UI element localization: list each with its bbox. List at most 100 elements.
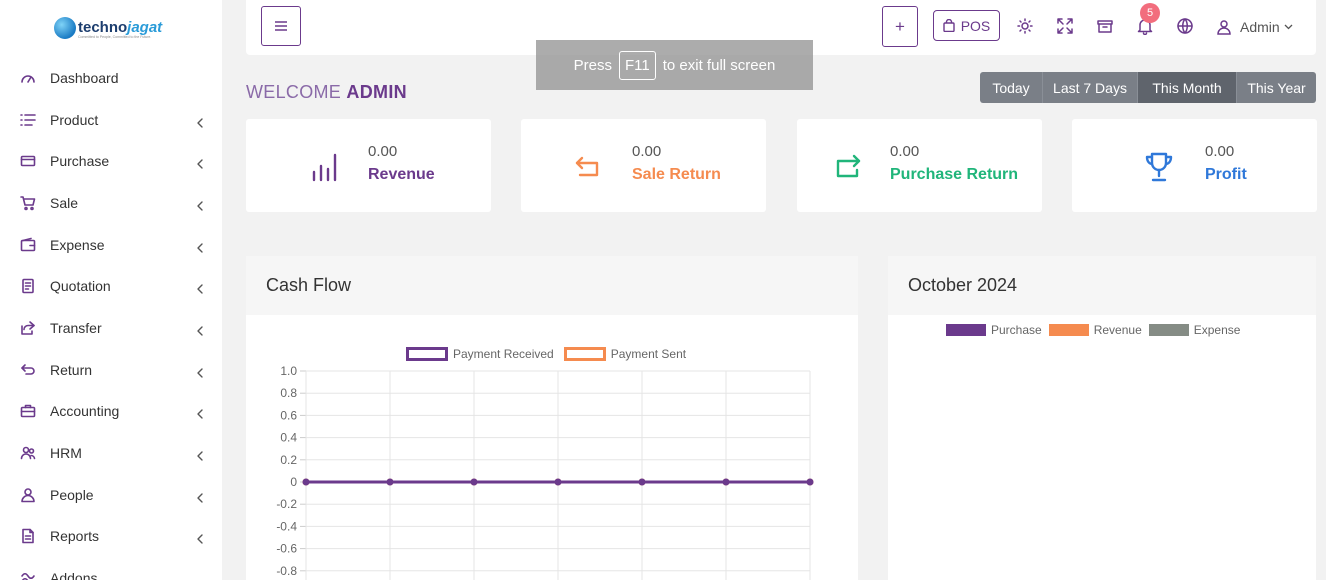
bar-chart-icon bbox=[309, 151, 339, 183]
chevron-left-icon bbox=[196, 156, 204, 169]
pos-button[interactable]: POS bbox=[933, 10, 1000, 41]
user-icon bbox=[1217, 20, 1231, 35]
sidebar-item-label: Expense bbox=[50, 236, 105, 253]
toast-message: to exit full screen bbox=[662, 56, 776, 74]
cash-flow-chart: 1.0 0.8 0.6 0.4 0.2 0 -0.2 -0.4 -0.6 -0.8 bbox=[276, 364, 814, 580]
revenue-label: Revenue bbox=[368, 166, 435, 183]
sidebar-item-transfer[interactable]: Transfer bbox=[0, 307, 222, 349]
user-menu[interactable]: Admin bbox=[1216, 17, 1293, 37]
card-icon bbox=[20, 155, 36, 167]
sidebar-item-dashboard[interactable]: Dashboard bbox=[0, 57, 222, 99]
chevron-left-icon bbox=[196, 240, 204, 253]
purchase-return-card[interactable]: 0.00 Purchase Return bbox=[797, 119, 1042, 212]
shopping-bag-icon bbox=[943, 19, 955, 32]
y-tick-label: -0.6 bbox=[276, 542, 297, 556]
sidebar-item-people[interactable]: People bbox=[0, 474, 222, 516]
sidebar-item-return[interactable]: Return bbox=[0, 349, 222, 391]
pos-label: POS bbox=[960, 17, 991, 34]
chevron-left-icon bbox=[196, 448, 204, 461]
document-icon bbox=[22, 278, 34, 294]
y-tick-label: 0.6 bbox=[280, 408, 297, 422]
chevron-left-icon bbox=[196, 323, 204, 336]
sidebar-item-expense[interactable]: Expense bbox=[0, 224, 222, 266]
sidebar-item-sale[interactable]: Sale bbox=[0, 182, 222, 224]
y-tick-label: 1.0 bbox=[280, 364, 297, 378]
range-this-month-button[interactable]: This Month bbox=[1138, 72, 1237, 103]
data-point bbox=[638, 478, 646, 486]
profit-card[interactable]: 0.00 Profit bbox=[1072, 119, 1317, 212]
sidebar-item-label: Sale bbox=[50, 194, 79, 211]
theme-toggle-button[interactable] bbox=[1016, 17, 1034, 35]
addons-icon bbox=[21, 573, 35, 580]
chevron-left-icon bbox=[196, 490, 204, 503]
sale-return-card[interactable]: 0.00 Sale Return bbox=[521, 119, 766, 212]
data-point bbox=[302, 478, 310, 486]
chevron-left-icon bbox=[196, 115, 204, 128]
trophy-icon bbox=[1144, 151, 1174, 183]
profit-value: 0.00 bbox=[1205, 143, 1235, 160]
sidebar-item-label: Purchase bbox=[50, 153, 110, 170]
user-name: Admin bbox=[1240, 19, 1280, 35]
data-point bbox=[554, 478, 562, 486]
sidebar-item-label: Dashboard bbox=[50, 69, 119, 86]
data-point bbox=[806, 478, 814, 486]
redo-arrow-icon bbox=[833, 151, 863, 183]
cash-register-button[interactable] bbox=[1096, 17, 1114, 35]
sidebar-item-label: Addons bbox=[50, 570, 98, 580]
sidebar-item-hrm[interactable]: HRM bbox=[0, 432, 222, 474]
sale-return-value: 0.00 bbox=[632, 143, 662, 160]
chevron-left-icon bbox=[196, 281, 204, 294]
welcome-name: ADMIN bbox=[346, 82, 407, 102]
monthly-summary-panel: October 2024 Purchase Revenue Expense bbox=[888, 256, 1316, 580]
purchase-return-value: 0.00 bbox=[890, 143, 920, 160]
add-button[interactable]: + bbox=[882, 6, 918, 47]
dashboard-icon bbox=[21, 75, 35, 83]
profit-label: Profit bbox=[1205, 166, 1247, 183]
users-icon bbox=[20, 446, 36, 460]
chevron-left-icon bbox=[196, 198, 204, 211]
legend-swatch bbox=[1148, 324, 1189, 336]
y-tick-label: -0.4 bbox=[276, 519, 297, 533]
fullscreen-button[interactable] bbox=[1056, 17, 1074, 35]
sidebar-item-addons[interactable]: Addons bbox=[0, 557, 222, 580]
language-button[interactable] bbox=[1176, 17, 1194, 35]
logo[interactable]: technojagat Committed to People, Committ… bbox=[54, 14, 174, 42]
sun-icon bbox=[1017, 18, 1033, 34]
sidebar-item-label: Quotation bbox=[50, 278, 111, 295]
wallet-icon bbox=[20, 237, 36, 251]
legend-label: Revenue bbox=[1093, 323, 1142, 337]
data-point bbox=[386, 478, 394, 486]
user-icon bbox=[21, 487, 35, 503]
fullscreen-toast: Press F11 to exit full screen bbox=[536, 40, 813, 90]
chevron-down-icon bbox=[1284, 24, 1293, 30]
menu-toggle-button[interactable] bbox=[261, 6, 301, 46]
sidebar-item-label: Transfer bbox=[50, 319, 102, 336]
sidebar-item-label: Accounting bbox=[50, 403, 120, 420]
y-tick-label: -0.8 bbox=[276, 564, 297, 578]
sidebar-item-reports[interactable]: Reports bbox=[0, 516, 222, 558]
purchase-return-label: Purchase Return bbox=[890, 166, 1019, 183]
range-last-7-days-button[interactable]: Last 7 Days bbox=[1043, 72, 1138, 103]
sidebar-item-label: Product bbox=[50, 111, 99, 128]
y-tick-label: 0.4 bbox=[280, 431, 297, 445]
monthly-summary-title: October 2024 bbox=[888, 256, 1316, 315]
sidebar-item-quotation[interactable]: Quotation bbox=[0, 265, 222, 307]
legend-swatch bbox=[1048, 324, 1089, 336]
revenue-card[interactable]: 0.00 Revenue bbox=[246, 119, 491, 212]
y-tick-label: 0 bbox=[290, 475, 297, 489]
cash-flow-panel: Cash Flow Payment Received Payment Sent … bbox=[246, 256, 858, 580]
toast-key: F11 bbox=[619, 50, 656, 80]
sidebar-item-accounting[interactable]: Accounting bbox=[0, 391, 222, 433]
sidebar-item-label: Reports bbox=[50, 528, 100, 545]
sidebar-item-label: Return bbox=[50, 361, 93, 378]
share-icon bbox=[21, 321, 35, 335]
range-today-button[interactable]: Today bbox=[980, 72, 1043, 103]
notification-count-badge: 5 bbox=[1140, 3, 1160, 23]
logo-tagline: Committed to People, Committed to the Fu… bbox=[78, 35, 152, 39]
sidebar-item-purchase[interactable]: Purchase bbox=[0, 140, 222, 182]
sidebar-item-label: People bbox=[50, 486, 94, 503]
range-this-year-button[interactable]: This Year bbox=[1237, 72, 1316, 103]
y-tick-label: 0.8 bbox=[280, 386, 297, 400]
sidebar-item-product[interactable]: Product bbox=[0, 99, 222, 141]
briefcase-icon bbox=[20, 405, 36, 418]
